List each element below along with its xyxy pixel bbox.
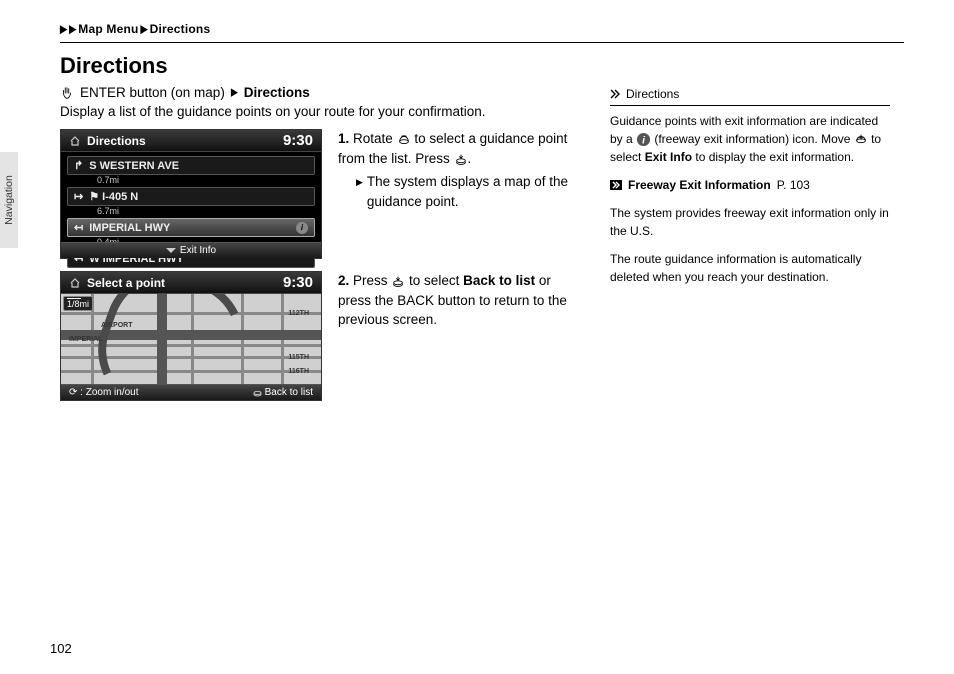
direction-item-selected: ↤ IMPERIAL HWY i (67, 218, 315, 237)
t: (freeway exit information) icon. Move (651, 132, 854, 146)
breadcrumb: ▶ ▶ Map Menu ▶ Directions (60, 22, 904, 36)
home-icon (69, 135, 81, 147)
map-label: IMPERIAL (69, 336, 102, 343)
map-label: AIRPORT (101, 322, 133, 329)
path-text: ENTER button (on map) (80, 85, 225, 100)
cross-ref-title: Freeway Exit Information (628, 176, 771, 194)
move-icon (854, 132, 868, 146)
page-number: 102 (50, 641, 72, 656)
page-title: Directions (60, 53, 904, 79)
direction-item: ↱ S WESTERN AVE (67, 156, 315, 175)
step-1-text: 1. Rotate to select a guidance point fro… (338, 129, 570, 211)
t: . (468, 151, 472, 166)
direction-item: ↦ ⚑ I-405 N (67, 187, 315, 206)
shot-clock: 9:30 (283, 132, 313, 149)
turn-icon: ↤ (74, 221, 83, 234)
direction-label: ⚑ I-405 N (89, 190, 138, 203)
shot-title: Directions (87, 134, 146, 148)
breadcrumb-part: Map Menu (78, 22, 138, 36)
shot-title: Select a point (87, 276, 165, 290)
map-label: 116TH (288, 368, 309, 375)
breadcrumb-part: Directions (150, 22, 211, 36)
back-label: Back to list (265, 387, 313, 398)
t: to select (405, 273, 463, 288)
side-p3: The route guidance information is automa… (610, 250, 890, 286)
side-p2: The system provides freeway exit informa… (610, 204, 890, 240)
hand-icon (60, 86, 74, 100)
divider (610, 105, 890, 106)
scale-badge: 1/8mi (63, 296, 93, 311)
exit-info-icon: i (296, 222, 308, 234)
direction-label: S WESTERN AVE (89, 160, 179, 172)
cross-ref-page: P. 103 (777, 176, 810, 194)
turn-icon: ↱ (74, 159, 83, 172)
main-column: ENTER button (on map) ▶ Directions Displ… (60, 85, 570, 413)
map-label: 115TH (288, 354, 309, 361)
link-icon (610, 180, 622, 190)
sidebar-column: Directions Guidance points with exit inf… (610, 85, 890, 413)
triangle-icon: ▶ (356, 176, 363, 211)
exit-info-icon: i (636, 132, 651, 147)
side-p1: Guidance points with exit information ar… (610, 112, 890, 166)
t: Press (353, 273, 391, 288)
divider (60, 42, 904, 43)
shot-clock: 9:30 (283, 274, 313, 291)
step-1-sub: The system displays a map of the guidanc… (367, 172, 570, 211)
zoom-label: ⟳ : Zoom in/out (69, 387, 139, 398)
note-icon (610, 89, 622, 99)
press-icon (391, 274, 405, 288)
section-tab-label: Navigation (3, 175, 15, 225)
sidebar-heading-text: Directions (626, 85, 679, 103)
t: Back to list (463, 273, 535, 288)
scroll-down-icon (166, 248, 176, 253)
section-tab: Navigation (0, 152, 18, 248)
bottom-label: Exit Info (180, 245, 216, 256)
turn-icon: ↦ (74, 190, 83, 203)
map: 112TH 115TH 116TH AIRPORT IMPERIAL 1/8mi (61, 294, 321, 384)
press-icon (253, 388, 262, 397)
path-target: Directions (244, 85, 310, 100)
triangle-icon: ▶ (60, 22, 67, 35)
map-label: 112TH (288, 310, 309, 317)
t: to display the exit information. (692, 150, 854, 164)
t: Rotate (353, 131, 397, 146)
press-icon (454, 152, 468, 166)
nav-path: ENTER button (on map) ▶ Directions (60, 85, 570, 100)
intro-text: Display a list of the guidance points on… (60, 104, 570, 119)
triangle-icon: ▶ (231, 86, 238, 99)
home-icon (69, 277, 81, 289)
step-2-text: 2. Press to select Back to list or press… (338, 271, 570, 330)
sidebar-heading: Directions (610, 85, 890, 103)
cross-ref: Freeway Exit Information P. 103 (610, 176, 890, 194)
t: Exit Info (645, 150, 692, 164)
direction-label: IMPERIAL HWY (89, 222, 170, 234)
triangle-icon: ▶ (141, 22, 148, 35)
direction-distance: 6.7mi (97, 206, 315, 216)
triangle-icon: ▶ (69, 22, 76, 35)
screenshot-directions-list: Directions 9:30 ↱ S WESTERN AVE 0.7mi ↦ … (60, 129, 322, 259)
direction-distance: 0.7mi (97, 175, 315, 185)
rotary-icon (397, 132, 411, 146)
screenshot-map-point: Select a point 9:30 (60, 271, 322, 401)
